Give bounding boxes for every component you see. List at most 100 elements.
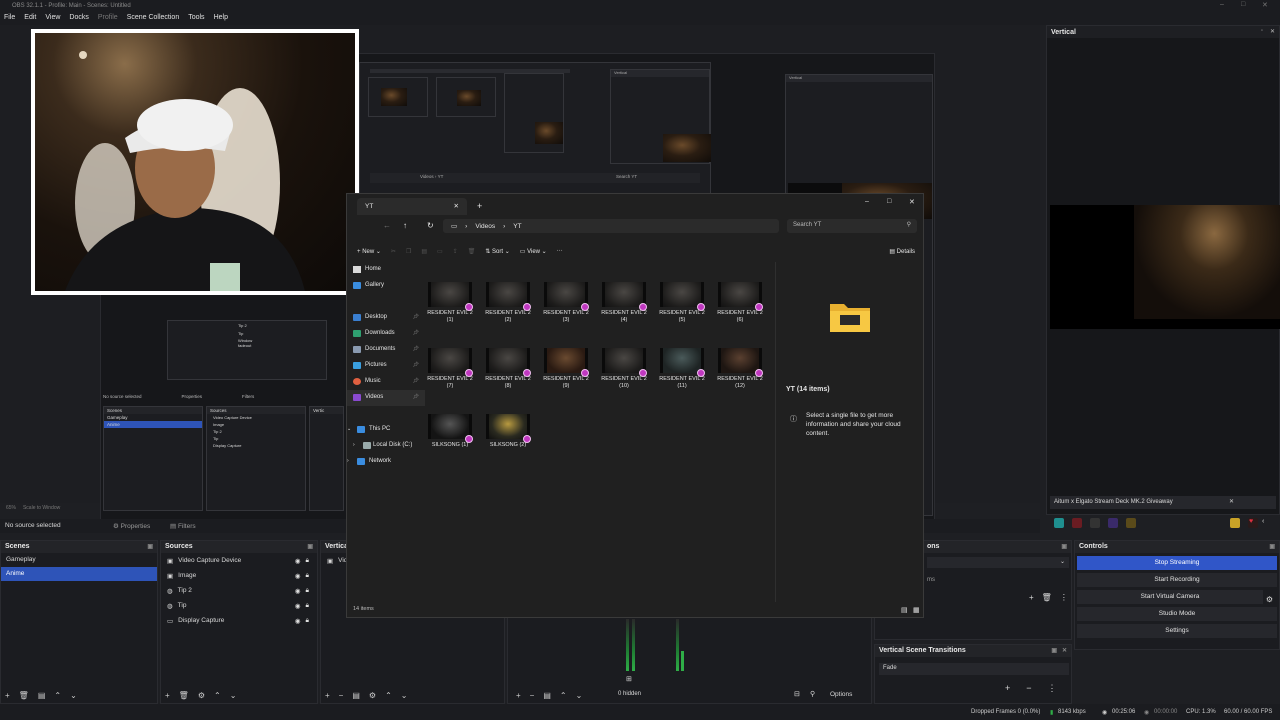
chevron-right-icon[interactable]: › [353, 442, 355, 448]
add-icon[interactable]: + [1005, 683, 1010, 694]
move-up-icon[interactable]: ⌃ [560, 691, 567, 700]
more-icon[interactable]: ⋮ [1060, 593, 1068, 602]
lock-icon[interactable]: 🔒︎ [306, 617, 309, 625]
share-icon[interactable]: ‹ [1262, 518, 1272, 528]
menu-view[interactable]: View [45, 14, 60, 25]
add-icon[interactable]: + [516, 691, 521, 700]
maximize-icon[interactable]: □ [1241, 1, 1245, 8]
menu-file[interactable]: File [4, 14, 15, 25]
remove-icon[interactable]: 🗑 [1042, 593, 1052, 602]
menu-docks[interactable]: Docks [69, 14, 88, 25]
source-item[interactable]: ◍ Tip ◉ 🔒︎ [161, 598, 317, 613]
close-icon[interactable]: ✕ [1270, 28, 1275, 35]
file-item[interactable]: RESIDENT EVIL 2 (7) [425, 348, 475, 389]
source-item[interactable]: ▭ Display Capture ◉ 🔒︎ [161, 613, 317, 628]
zoom-readout[interactable]: 65% [6, 505, 16, 511]
move-down-icon[interactable]: ⌄ [576, 691, 583, 700]
refresh-icon[interactable]: ↻ [427, 221, 434, 230]
file-item[interactable]: RESIDENT EVIL 2 (6) [715, 282, 765, 323]
undock-icon[interactable]: ▣ [1051, 647, 1057, 654]
nav-music[interactable]: Music 📌︎ [347, 374, 425, 390]
tiles-view-icon[interactable]: ▦ [913, 606, 920, 614]
add-icon[interactable]: + [5, 691, 10, 700]
file-item[interactable]: RESIDENT EVIL 2 (4) [599, 282, 649, 323]
up-icon[interactable]: ↑ [403, 221, 407, 230]
gear-icon[interactable]: ⚙ [369, 691, 376, 700]
share-icon[interactable]: ⇪ [453, 248, 458, 255]
breadcrumb-videos[interactable]: Videos [475, 223, 495, 230]
heart-icon[interactable]: ♥ [1248, 518, 1258, 528]
file-explorer-window[interactable]: YT ✕ + – □ ✕ ← ↑ ↻ ▭ › Videos › YT Searc… [346, 193, 924, 618]
settings-button[interactable]: Settings [1077, 624, 1277, 638]
gear-icon[interactable]: ⚙ [198, 691, 205, 700]
source-item[interactable]: ▣ Video Capture Device ◉ 🔒︎ [161, 553, 317, 568]
transition-select[interactable]: ⌄ [927, 557, 1069, 568]
remove-icon[interactable]: − [530, 691, 535, 700]
vertical-preview[interactable] [1050, 205, 1280, 329]
new-button[interactable]: + New ⌄ [357, 248, 381, 255]
nav-home[interactable]: Home [347, 262, 425, 278]
nav-local-disk[interactable]: › Local Disk (C:) [347, 438, 425, 454]
nav-documents[interactable]: Documents 📌︎ [347, 342, 425, 358]
undock-icon[interactable]: ▣ [147, 543, 153, 550]
paste-icon[interactable]: ▤ [421, 248, 427, 255]
details-view-icon[interactable]: ▤ [901, 606, 908, 614]
minimize-icon[interactable]: – [1220, 1, 1224, 8]
dismiss-icon[interactable]: ✕ [1229, 498, 1234, 505]
virtual-camera-settings-icon[interactable]: ⚙ [1266, 595, 1273, 604]
nav-gallery[interactable]: Gallery [347, 278, 425, 294]
nav-this-pc[interactable]: ⌄ This PC [347, 422, 425, 438]
nav-desktop[interactable]: Desktop 📌︎ [347, 310, 425, 326]
filter-icon[interactable]: ▤ [543, 691, 551, 700]
close-icon[interactable]: ✕ [909, 198, 915, 206]
rename-icon[interactable]: ▭ [437, 248, 443, 255]
delete-icon[interactable]: 🗑 [468, 248, 476, 255]
stop-streaming-button[interactable]: Stop Streaming [1077, 556, 1277, 570]
maximize-icon[interactable]: □ [887, 198, 891, 205]
file-item[interactable]: RESIDENT EVIL 2 (12) [715, 348, 765, 389]
file-item[interactable]: RESIDENT EVIL 2 (9) [541, 348, 591, 389]
add-icon[interactable]: + [325, 691, 330, 700]
vertical-transition-select[interactable]: Fade [879, 663, 1069, 675]
more-icon[interactable]: ··· [557, 248, 563, 254]
menu-help[interactable]: Help [214, 14, 228, 25]
sort-button[interactable]: ⇅ Sort ⌄ [485, 248, 509, 255]
details-button[interactable]: ▤ Details [889, 248, 915, 255]
address-bar[interactable]: ▭ › Videos › YT [443, 219, 779, 233]
filter-icon[interactable]: ▤ [38, 691, 46, 700]
new-tab-icon[interactable]: + [477, 201, 482, 211]
lock-icon[interactable]: 🔒︎ [306, 602, 309, 610]
record-icon[interactable] [1072, 518, 1082, 528]
scene-item-anime[interactable]: Anime [1, 567, 157, 581]
filters-button[interactable]: ▤ Filters [170, 522, 196, 530]
add-icon[interactable]: + [1029, 593, 1034, 602]
undock-icon[interactable]: ▣ [307, 543, 313, 550]
search-input[interactable]: Search YT ⚲ [787, 219, 917, 233]
file-item[interactable]: SILKSONG (2) [483, 414, 533, 449]
lock-icon[interactable]: 🔒︎ [306, 572, 309, 580]
move-down-icon[interactable]: ⌄ [230, 691, 237, 700]
properties-button[interactable]: ⚙ Properties [113, 522, 150, 530]
source-item[interactable]: ◍ Tip 2 ◉ 🔒︎ [161, 583, 317, 598]
move-down-icon[interactable]: ⌄ [70, 691, 77, 700]
lock-icon[interactable]: 🔒︎ [306, 557, 309, 565]
breadcrumb-yt[interactable]: YT [513, 223, 521, 230]
menu-scene-collection[interactable]: Scene Collection [127, 14, 180, 25]
back-icon[interactable]: ← [383, 221, 391, 230]
menu-edit[interactable]: Edit [24, 14, 36, 25]
stream-icon[interactable] [1054, 518, 1064, 528]
scene-item-gameplay[interactable]: Gameplay [1, 553, 157, 567]
menu-profile[interactable]: Profile [98, 14, 118, 25]
menu-tools[interactable]: Tools [188, 14, 204, 25]
view-button[interactable]: ▭ View ⌄ [520, 248, 547, 255]
close-icon[interactable]: ✕ [1062, 647, 1067, 654]
file-item[interactable]: RESIDENT EVIL 2 (5) [657, 282, 707, 323]
cut-icon[interactable]: ✂ [391, 248, 396, 255]
nav-pictures[interactable]: Pictures 📌︎ [347, 358, 425, 374]
eye-icon[interactable]: ◉ [295, 587, 301, 595]
minimize-icon[interactable]: – [865, 198, 869, 205]
nav-videos[interactable]: Videos 📌︎ [347, 390, 425, 406]
eye-icon[interactable]: ◉ [295, 557, 301, 565]
remove-icon[interactable]: − [1026, 683, 1031, 694]
explorer-tab[interactable]: YT ✕ [357, 198, 467, 215]
